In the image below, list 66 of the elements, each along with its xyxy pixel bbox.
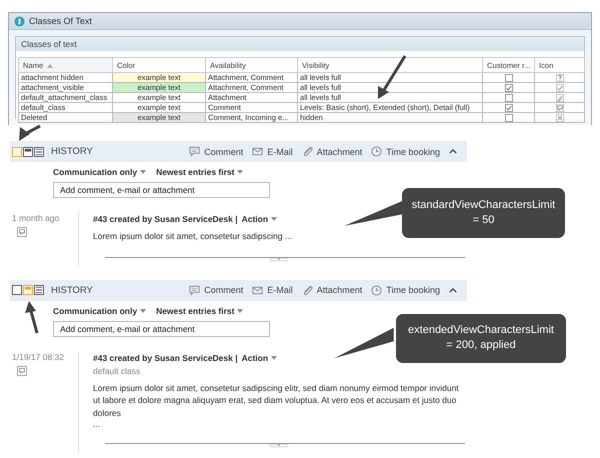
callout-text: extendedViewCharactersLimit [408,323,554,338]
panel-title: Classes of text [21,39,77,49]
caret-icon [140,170,146,174]
paperclip-icon [302,146,313,157]
collapse-icon[interactable] [449,288,457,292]
comment-icon [189,284,200,296]
paperclip-icon [302,284,313,296]
callout-text: standardViewCharactersLimit [412,198,556,213]
layout-icon[interactable] [34,146,44,156]
sort-icon [47,64,54,68]
filter-dropdown[interactable]: Communication only [53,306,146,316]
toolbar-button[interactable]: Time booking [371,284,440,296]
callout-text: = 50 [472,213,494,228]
comment-input-field[interactable]: Add comment, e-mail or attachment [53,320,270,336]
expand-handle[interactable] [270,256,288,262]
toolbar-button[interactable]: Comment [189,146,244,157]
entry-time: 1 month ago [12,213,60,223]
action-dropdown[interactable]: Action [242,352,278,362]
arrow [25,301,38,334]
entry-text: Lorem ipsum dolor sit amet, consetetur sadipscing ... [93,230,293,242]
callout-text: = 200, applied [446,338,516,353]
history-title: HISTORY [51,146,93,157]
filter-dropdown[interactable]: Communication only [53,167,146,177]
caret-icon [237,170,244,174]
toolbar-button[interactable]: E-Mail [252,146,293,157]
window-title: Classes Of Text [29,16,92,26]
checkbox[interactable] [504,104,512,112]
layout-icon[interactable] [23,146,33,156]
envelope-icon [252,146,264,157]
comment-icon [189,146,200,157]
callout-pointer [334,326,394,360]
toolbar-button[interactable]: Comment [189,284,244,296]
envelope-icon [252,284,264,296]
ellipsis-text: ... [93,419,102,429]
clock-icon [371,146,382,157]
entry-author: #43 created by Susan ServiceDesk | [93,352,238,362]
toolbar-button[interactable]: Attachment [302,146,362,157]
comment-icon [17,366,27,376]
caret-icon [271,356,278,360]
entry-author: #43 created by Susan ServiceDesk | [93,214,238,224]
checkbox[interactable] [504,114,512,122]
action-dropdown[interactable]: Action [242,214,278,224]
app-icon [14,16,25,26]
checkbox[interactable] [504,94,512,102]
toolbar-button[interactable]: Time booking [371,146,440,157]
layout-icon[interactable] [12,285,22,295]
entry-class: default class [93,366,142,376]
history-title: HISTORY [51,284,93,296]
caret-icon [140,308,146,312]
toolbar-button[interactable]: E-Mail [252,284,293,296]
arrow [19,124,41,141]
filter-dropdown[interactable]: Newest entries first [156,167,244,177]
comment-input-field[interactable]: Add comment, e-mail or attachment [53,182,270,198]
arrow [378,55,406,99]
toolbar-button[interactable]: Attachment [302,284,362,296]
comment-icon [17,227,27,237]
caret-icon [271,217,278,221]
caret-icon [237,308,244,312]
checkbox[interactable] [504,84,512,92]
layout-icon[interactable] [34,285,44,295]
filter-dropdown[interactable]: Newest entries first [156,306,244,316]
clock-icon [371,284,382,296]
expand-handle[interactable] [270,443,288,448]
entry-time: 1/19/17 08:32 [12,352,65,362]
collapse-icon[interactable] [449,149,457,154]
entry-text: Lorem ipsum dolor sit amet, consetetur sadipscing elitr, sed diam nonumy eirmod tempor invidunt ut labore et dolore magna aliquyam erat, sed diam voluptua. At vero eos et accusam et justo duo dolores [93,382,460,419]
